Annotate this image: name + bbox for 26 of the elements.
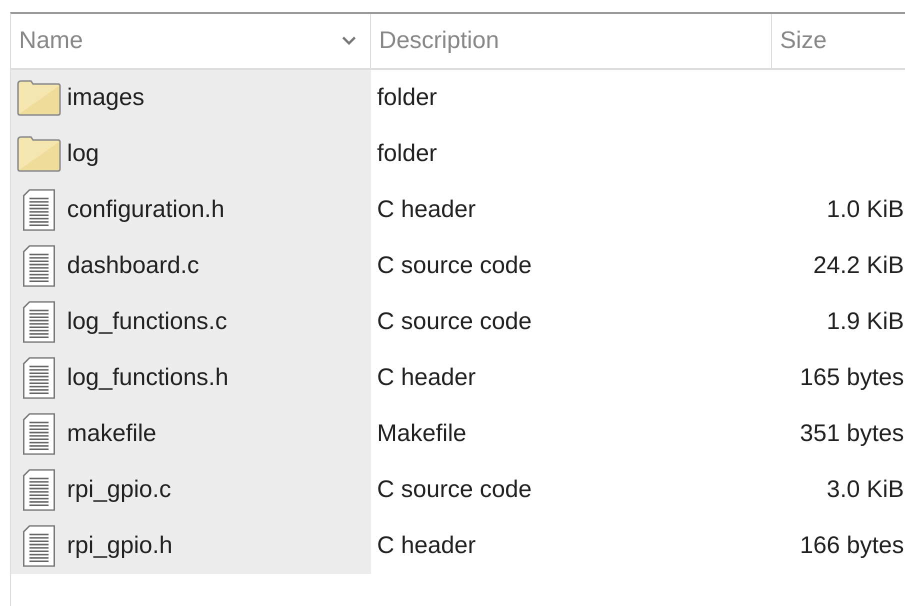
- file-type: C header: [377, 532, 476, 560]
- chevron-down-icon: [342, 36, 356, 46]
- file-name[interactable]: log: [67, 140, 100, 168]
- file-size: 1.0 KiB: [826, 196, 904, 224]
- file-type: folder: [377, 140, 438, 168]
- file-size: 3.0 KiB: [826, 476, 904, 504]
- column-header[interactable]: Description: [371, 14, 772, 68]
- column-header[interactable]: Size: [772, 14, 905, 68]
- file-type: C header: [377, 364, 476, 392]
- file-type: C source code: [377, 252, 532, 280]
- file-size: 351 bytes: [800, 420, 904, 448]
- file-name[interactable]: rpi_gpio.c: [67, 476, 172, 504]
- column-header[interactable]: Name: [11, 14, 371, 68]
- file-name[interactable]: rpi_gpio.h: [67, 532, 172, 560]
- file-size: 166 bytes: [800, 532, 904, 560]
- file-type: C source code: [377, 476, 532, 504]
- file-size: 24.2 KiB: [813, 252, 904, 280]
- file-size: 1.9 KiB: [826, 308, 904, 336]
- file-type: folder: [377, 84, 438, 112]
- file-type: C header: [377, 196, 476, 224]
- file-name[interactable]: dashboard.c: [67, 252, 200, 280]
- file-name[interactable]: makefile: [67, 420, 156, 448]
- file-name[interactable]: images: [67, 84, 144, 112]
- file-size: 165 bytes: [800, 364, 904, 392]
- file-type: Makefile: [377, 420, 466, 448]
- file-type: C source code: [377, 308, 532, 336]
